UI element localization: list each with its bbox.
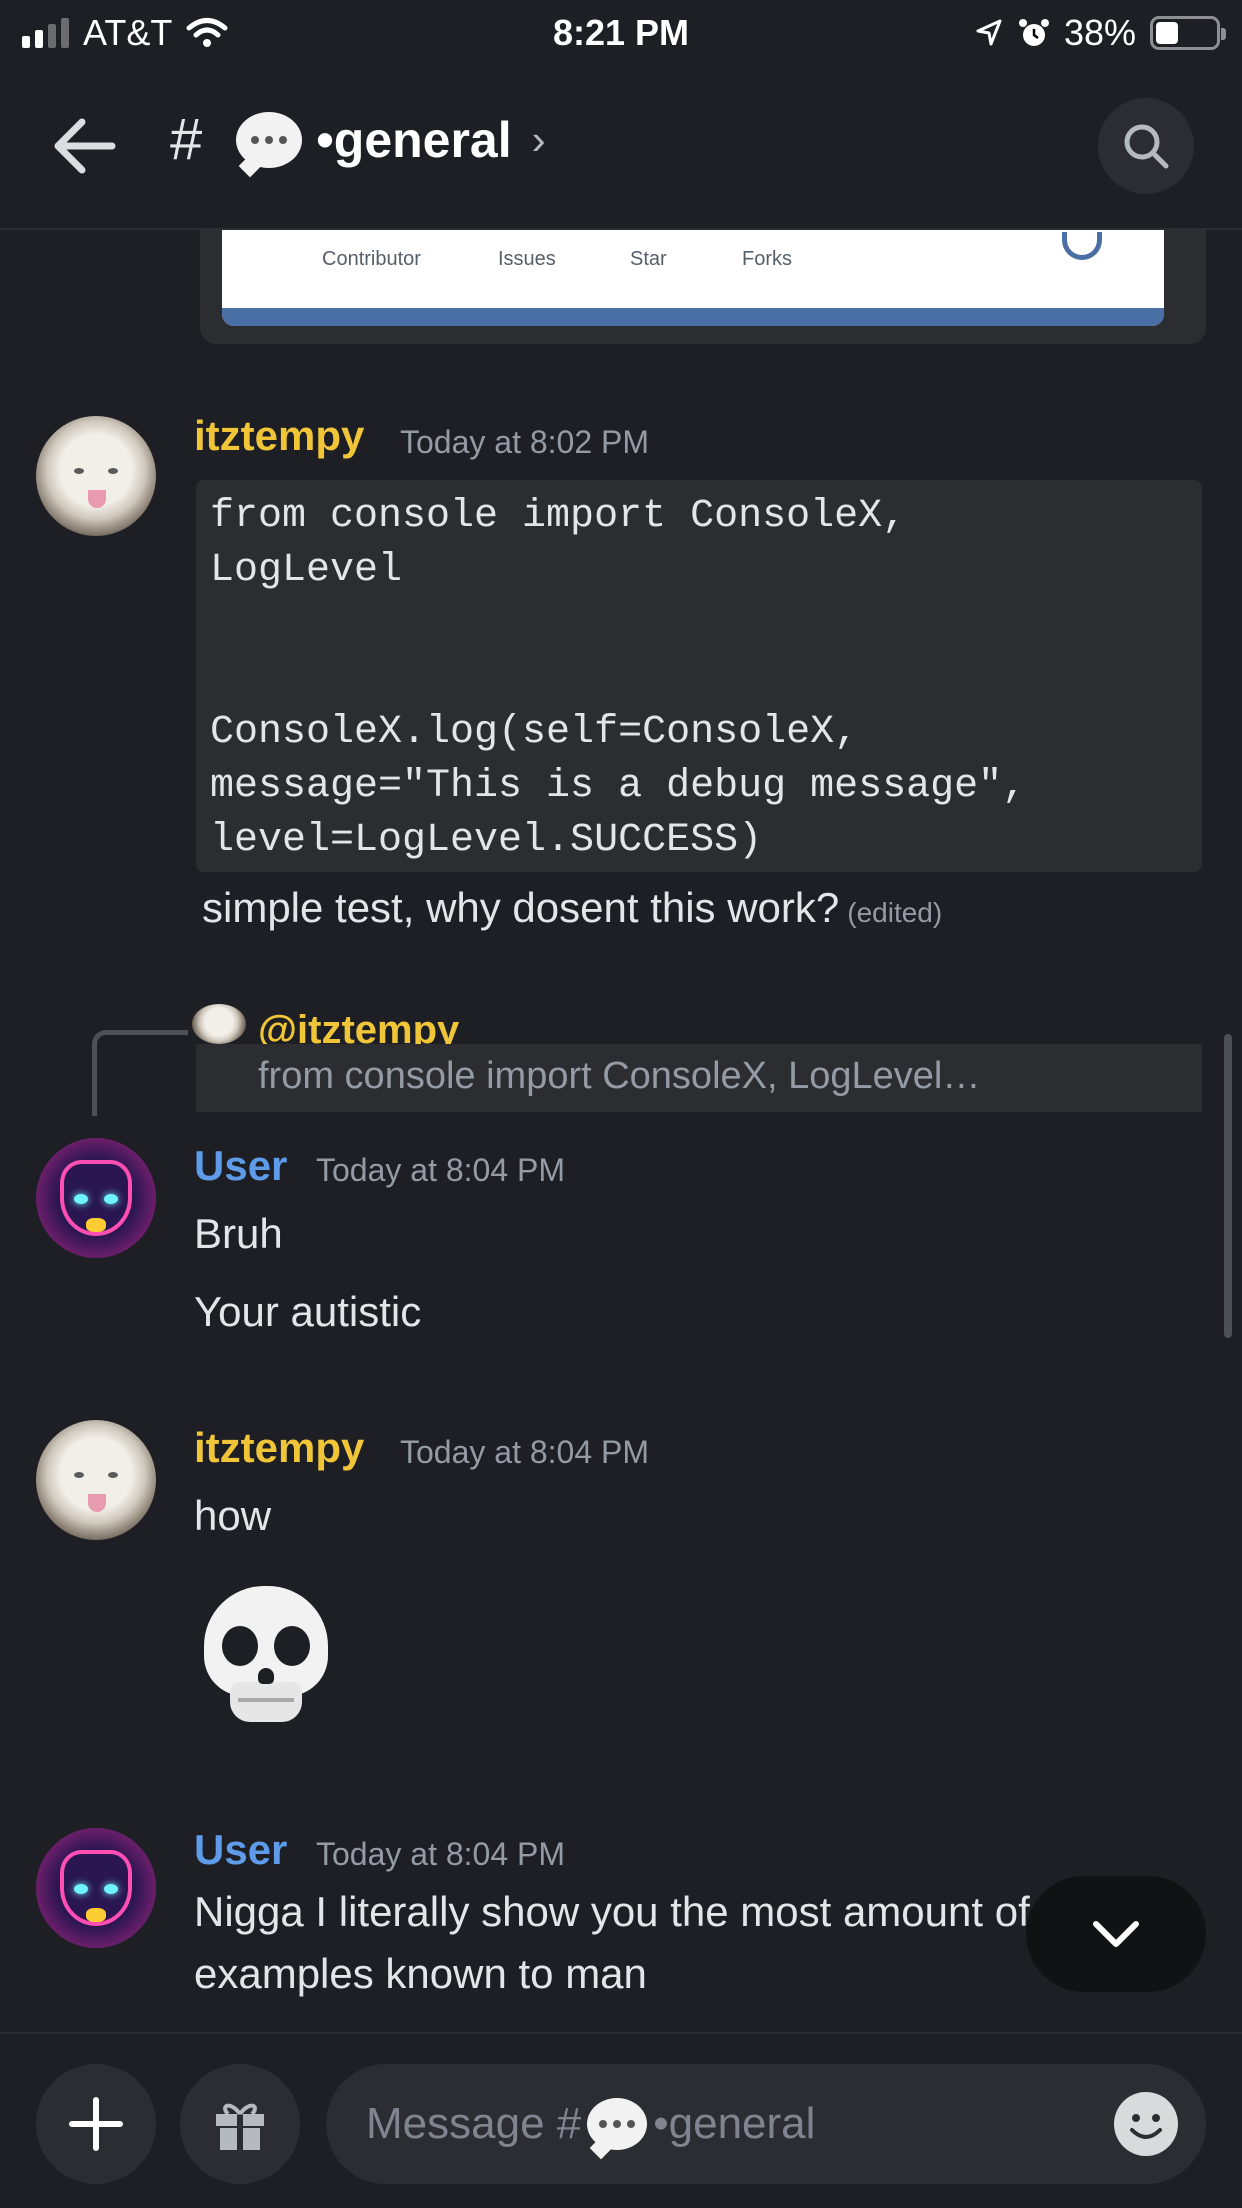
search-icon bbox=[1124, 124, 1169, 169]
channel-name: •general bbox=[316, 111, 512, 168]
avatar-eye bbox=[74, 1194, 88, 1204]
message-text: examples known to man bbox=[194, 1950, 647, 1997]
avatar-eye bbox=[108, 1472, 118, 1478]
channel-hash-icon: # bbox=[170, 107, 203, 172]
message-text: simple test, why dosent this work? (edite… bbox=[202, 884, 942, 932]
message-body: simple test, why dosent this work? bbox=[202, 884, 840, 931]
reply-connector bbox=[92, 1030, 188, 1116]
alarm-icon bbox=[1018, 19, 1049, 46]
battery-percent: 38% bbox=[1063, 12, 1136, 53]
code-line: message="This is a debug message", bbox=[210, 764, 1027, 809]
attach-button[interactable] bbox=[36, 2064, 156, 2184]
message-text: Nigga I literally show you the most amou… bbox=[194, 1888, 1030, 1935]
channel-header: # •general › bbox=[0, 62, 1242, 230]
skull-emoji[interactable] bbox=[204, 1586, 328, 1726]
back-arrow-icon bbox=[54, 118, 116, 174]
skull-teeth bbox=[238, 1698, 294, 1702]
code-line: level=LogLevel.SUCCESS) bbox=[210, 818, 763, 863]
github-icon bbox=[1062, 232, 1102, 260]
github-embed[interactable]: Contributor Issues Star Forks bbox=[200, 230, 1206, 344]
plus-icon bbox=[69, 2097, 123, 2151]
avatar[interactable] bbox=[36, 1420, 156, 1540]
message-text: Your autistic bbox=[194, 1288, 422, 1335]
message-author[interactable]: itztempy bbox=[194, 412, 364, 460]
composer-bar: Message # •general bbox=[0, 2032, 1242, 2208]
code-line: from console import ConsoleX, bbox=[210, 494, 907, 539]
status-bar: AT&T 8:21 PM 38% bbox=[0, 0, 1242, 62]
avatar-nose bbox=[86, 1908, 106, 1922]
back-button[interactable] bbox=[50, 116, 120, 176]
message-author[interactable]: User bbox=[194, 1826, 287, 1874]
avatar[interactable] bbox=[36, 1138, 156, 1258]
avatar-tongue bbox=[88, 490, 106, 508]
avatar-eye bbox=[104, 1884, 118, 1894]
avatar-eye bbox=[74, 1472, 84, 1478]
message-text: Bruh bbox=[194, 1210, 283, 1257]
speech-bubble-emoji bbox=[587, 2098, 648, 2150]
code-line: LogLevel bbox=[210, 548, 403, 593]
avatar[interactable] bbox=[36, 416, 156, 536]
status-right: 38% bbox=[974, 12, 1226, 54]
message-timestamp: Today at 8:04 PM bbox=[316, 1152, 566, 1188]
emoji-picker-button[interactable] bbox=[1114, 2092, 1178, 2156]
battery-icon bbox=[1150, 16, 1226, 50]
avatar-tongue bbox=[88, 1494, 106, 1512]
search-button[interactable] bbox=[1098, 98, 1194, 194]
channel-title[interactable]: # •general › bbox=[170, 106, 546, 173]
chevron-down-icon bbox=[1093, 1921, 1139, 1947]
scrollbar[interactable] bbox=[1224, 1034, 1232, 1338]
message-author[interactable]: User bbox=[194, 1142, 287, 1190]
avatar-eye bbox=[74, 1884, 88, 1894]
avatar[interactable] bbox=[36, 1828, 156, 1948]
embed-accent-bar bbox=[222, 308, 1164, 326]
avatar-eye bbox=[104, 1194, 118, 1204]
message-placeholder-prefix: Message # bbox=[366, 2099, 582, 2148]
speech-bubble-emoji bbox=[236, 111, 303, 168]
embed-stat-star: Star bbox=[630, 248, 667, 270]
embed-stat-issues: Issues bbox=[498, 248, 556, 270]
message-timestamp: Today at 8:04 PM bbox=[316, 1836, 566, 1872]
reply-avatar bbox=[192, 1004, 246, 1044]
message-text: how bbox=[194, 1492, 272, 1539]
skull-eye bbox=[274, 1626, 310, 1666]
chevron-right-icon: › bbox=[531, 115, 546, 163]
message-author[interactable]: itztempy bbox=[194, 1424, 364, 1472]
gift-icon bbox=[216, 2103, 264, 2150]
message-input[interactable]: Message # •general bbox=[326, 2064, 1206, 2184]
jump-to-present-button[interactable] bbox=[1026, 1876, 1206, 1992]
code-line: ConsoleX.log(self=ConsoleX, bbox=[210, 710, 859, 755]
skull-nose bbox=[258, 1668, 274, 1684]
message-timestamp: Today at 8:04 PM bbox=[400, 1434, 650, 1470]
battery-fill bbox=[1156, 22, 1179, 44]
skull-jaw bbox=[230, 1682, 302, 1722]
code-block[interactable]: from console import ConsoleX, LogLevel C… bbox=[196, 480, 1202, 872]
message-timestamp: Today at 8:02 PM bbox=[400, 424, 650, 460]
gift-button[interactable] bbox=[180, 2064, 300, 2184]
skull-eye bbox=[222, 1626, 258, 1666]
emoji-icon bbox=[1130, 2114, 1162, 2139]
embed-stat-contributor: Contributor bbox=[322, 248, 421, 270]
avatar-nose bbox=[86, 1218, 106, 1232]
reply-preview[interactable]: from console import ConsoleX, LogLevel… bbox=[196, 1044, 1202, 1112]
avatar-eye bbox=[108, 468, 118, 474]
avatar-eye bbox=[74, 468, 84, 474]
message-placeholder-suffix: •general bbox=[653, 2099, 816, 2148]
embed-stat-forks: Forks bbox=[742, 248, 792, 270]
edited-label: (edited) bbox=[847, 897, 943, 928]
location-icon bbox=[976, 19, 1002, 46]
embed-card: Contributor Issues Star Forks bbox=[222, 230, 1164, 326]
